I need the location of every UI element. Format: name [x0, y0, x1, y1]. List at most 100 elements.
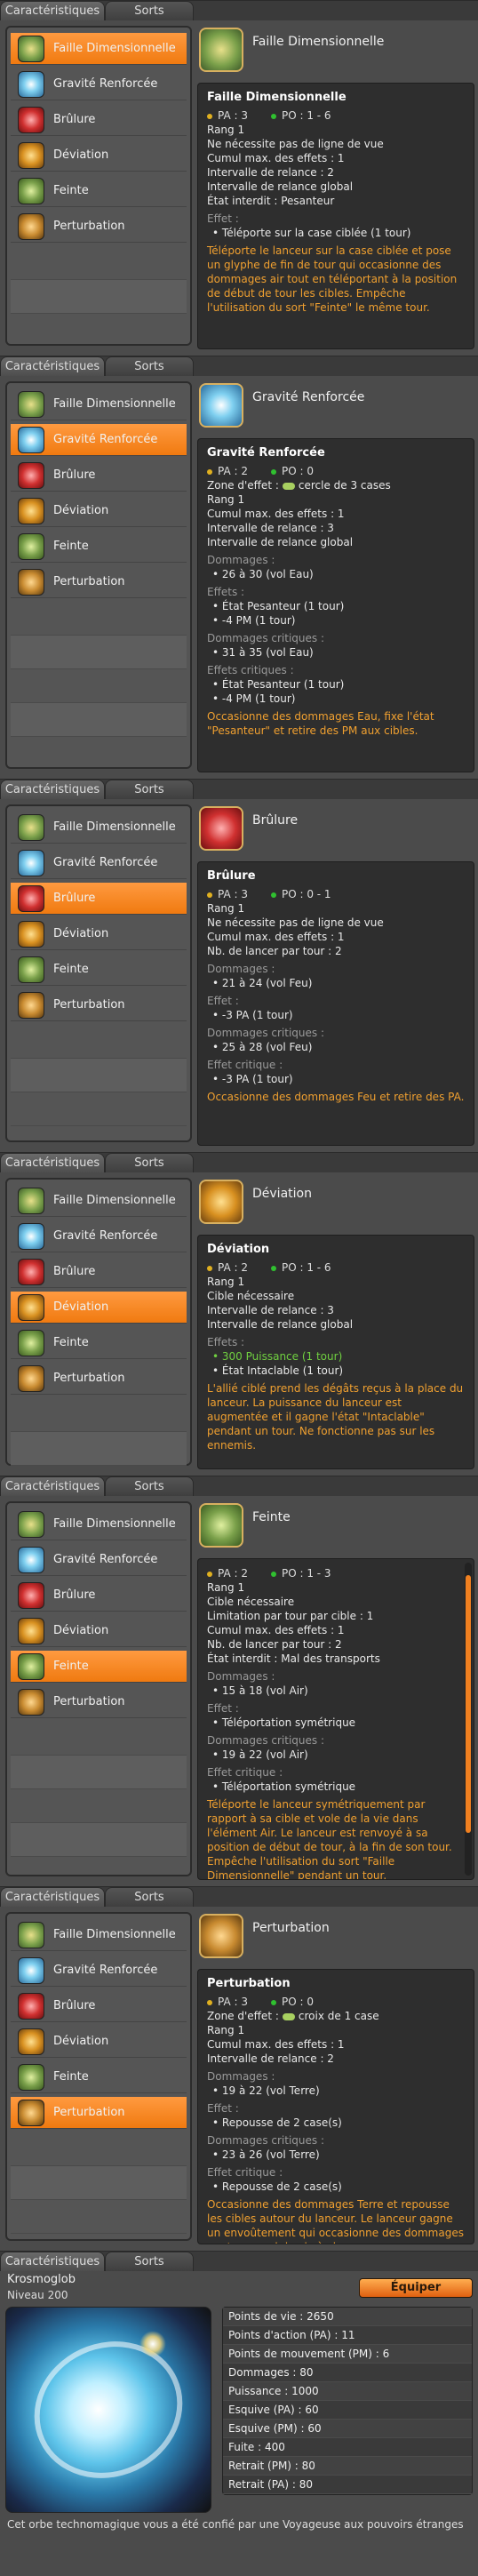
deviation-icon: [18, 921, 44, 948]
ap-icon: [207, 1999, 212, 2005]
detail-scrollbar[interactable]: [465, 1563, 472, 1876]
spell-list-item[interactable]: Perturbation: [11, 211, 187, 243]
spell-list-label: Gravité Renforcée: [53, 1553, 158, 1566]
spell-list-item[interactable]: Brûlure: [11, 460, 187, 492]
spell-list-item[interactable]: Faille Dimensionnelle: [11, 1919, 187, 1951]
tab-characteristics[interactable]: Caractéristiques: [0, 1476, 105, 1496]
tab-characteristics[interactable]: Caractéristiques: [0, 2252, 105, 2271]
spell-list-item[interactable]: Gravité Renforcée: [11, 68, 187, 100]
equip-button[interactable]: Équiper: [359, 2278, 473, 2298]
spell-list-label: Perturbation: [53, 1372, 125, 1385]
critical-effects-label: Effet critique :: [207, 2166, 283, 2179]
spell-property: Rang 1: [207, 493, 245, 506]
spell-header: Perturbation: [197, 1912, 474, 1962]
spell-list-item[interactable]: Brûlure: [11, 883, 187, 915]
feinte-icon: [18, 2064, 44, 2091]
spell-property: Rang 1: [207, 1276, 245, 1288]
spell-list-item[interactable]: Déviation: [11, 1292, 187, 1324]
spell-property: Rang 1: [207, 124, 245, 136]
spell-list-item[interactable]: Feinte: [11, 954, 187, 986]
spell-list-item[interactable]: Brûlure: [11, 1580, 187, 1612]
spell-details: Gravité Renforcée Gravité Renforcée PA : 2…: [197, 381, 474, 772]
spell-list-item[interactable]: Faille Dimensionnelle: [11, 1185, 187, 1217]
spell-list-item[interactable]: Perturbation: [11, 1363, 187, 1395]
faille-dimensionnelle-icon-large: [199, 28, 243, 72]
effect-item: • -4 PM (1 tour): [212, 614, 296, 627]
tab-spells[interactable]: Sorts: [105, 1, 194, 20]
scrollbar-thumb[interactable]: [466, 1575, 471, 1833]
ap-icon: [207, 1571, 212, 1577]
spell-name: Perturbation: [252, 1921, 330, 1935]
tab-spells[interactable]: Sorts: [105, 356, 194, 376]
tab-characteristics[interactable]: Caractéristiques: [0, 1, 105, 20]
spell-list-item[interactable]: Perturbation: [11, 1686, 187, 1718]
spell-property: Rang 1: [207, 2024, 245, 2036]
spell-list-item[interactable]: Feinte: [11, 2061, 187, 2093]
spell-list-item[interactable]: Déviation: [11, 140, 187, 172]
tab-spells[interactable]: Sorts: [105, 1887, 194, 1907]
perturbation-icon: [18, 1365, 44, 1392]
tab-spells[interactable]: Sorts: [105, 780, 194, 799]
spell-list-item[interactable]: Faille Dimensionnelle: [11, 33, 187, 65]
spell-list-item[interactable]: Gravité Renforcée: [11, 1544, 187, 1576]
spell-property: Intervalle de relance : 2: [207, 166, 334, 179]
brulure-icon: [18, 107, 44, 133]
spell-list-item[interactable]: Gravité Renforcée: [11, 1220, 187, 1252]
tab-spells[interactable]: Sorts: [105, 1153, 194, 1172]
spell-list-item[interactable]: Brûlure: [11, 1990, 187, 2022]
spell-list-label: Perturbation: [53, 220, 125, 233]
spell-list-item[interactable]: Faille Dimensionnelle: [11, 1508, 187, 1540]
spell-description: Téléporte le lanceur symétriquement par …: [207, 1798, 452, 1880]
spell-list-item[interactable]: Faille Dimensionnelle: [11, 388, 187, 420]
feinte-icon: [18, 1330, 44, 1356]
critical-effect-item: • Repousse de 2 case(s): [212, 2180, 342, 2193]
tab-characteristics[interactable]: Caractéristiques: [0, 780, 105, 799]
stat-row: Esquive (PA) : 60: [223, 2401, 472, 2420]
brulure-icon: [18, 1993, 44, 2020]
spell-header: Déviation: [197, 1178, 474, 1228]
effect-item: • Téléporte sur la case ciblée (1 tour): [212, 227, 411, 239]
spell-detail-box: Perturbation PA : 3 PO : 0 Zone d'effet : cr…: [197, 1969, 474, 2244]
tab-bar: Caractéristiques Sorts: [0, 1476, 478, 1496]
effect-item: • Téléportation symétrique: [212, 1716, 356, 1729]
spell-detail-box: Gravité Renforcée PA : 2 PO : 0 Zone d'effe…: [197, 438, 474, 772]
spell-list-item[interactable]: Déviation: [11, 918, 187, 950]
critical-effects-label: Effets critiques :: [207, 664, 294, 676]
tab-bar: Caractéristiques Sorts: [0, 1, 478, 20]
faille-dimensionnelle-icon: [18, 1922, 44, 1948]
spell-property: Cible nécessaire: [207, 1596, 295, 1608]
tab-characteristics[interactable]: Caractéristiques: [0, 1887, 105, 1907]
spell-list-item[interactable]: Brûlure: [11, 104, 187, 136]
stat-row: Retrait (PA) : 80: [223, 2476, 472, 2494]
faille-dimensionnelle-icon: [18, 36, 44, 62]
tab-spells[interactable]: Sorts: [105, 2252, 194, 2271]
tab-characteristics[interactable]: Caractéristiques: [0, 1153, 105, 1172]
spell-list-item[interactable]: Feinte: [11, 1327, 187, 1359]
spell-property: Ne nécessite pas de ligne de vue: [207, 138, 384, 150]
spell-list-item[interactable]: Perturbation: [11, 989, 187, 1021]
spell-list-label: Perturbation: [53, 575, 125, 588]
spell-list-item[interactable]: Perturbation: [11, 566, 187, 598]
tab-spells[interactable]: Sorts: [105, 1476, 194, 1496]
stat-row: Dommages : 80: [223, 2364, 472, 2382]
spell-list-item[interactable]: Déviation: [11, 495, 187, 527]
spell-list-item[interactable]: Déviation: [11, 2026, 187, 2058]
spell-list-item[interactable]: Feinte: [11, 531, 187, 563]
spell-panel: Caractéristiques Sorts Faille Dimensionnel…: [0, 356, 478, 779]
spell-list-item[interactable]: Gravité Renforcée: [11, 847, 187, 879]
range: PO : 0: [270, 1995, 314, 2009]
tab-characteristics[interactable]: Caractéristiques: [0, 356, 105, 376]
empty-list-row: [11, 602, 187, 636]
spell-list-item[interactable]: Feinte: [11, 175, 187, 207]
spell-list-item[interactable]: Gravité Renforcée: [11, 424, 187, 456]
spell-list-item[interactable]: Brûlure: [11, 1256, 187, 1288]
spell-list-item[interactable]: Perturbation: [11, 2097, 187, 2129]
spell-list-item[interactable]: Gravité Renforcée: [11, 1955, 187, 1987]
spell-list-item[interactable]: Feinte: [11, 1651, 187, 1683]
spell-list-label: Perturbation: [53, 998, 125, 1012]
spell-list-item[interactable]: Faille Dimensionnelle: [11, 812, 187, 844]
spell-list-label: Perturbation: [53, 2106, 125, 2119]
brulure-icon-large: [199, 806, 243, 851]
spell-list-item[interactable]: Déviation: [11, 1615, 187, 1647]
effects-label: Effet :: [207, 212, 239, 225]
